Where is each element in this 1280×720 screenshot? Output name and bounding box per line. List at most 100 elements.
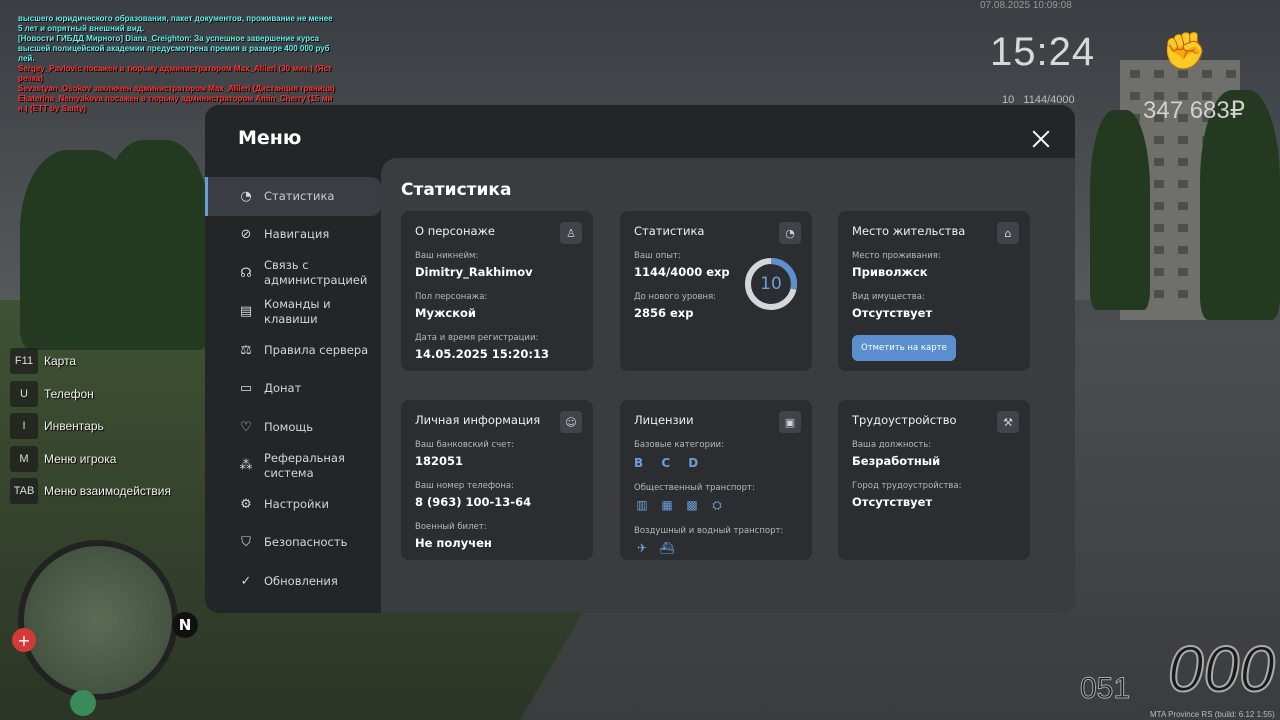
card-title: Статистика [634, 224, 705, 238]
plane-icon: ✈ [636, 541, 648, 555]
taxi-icon: ⛭ [712, 498, 722, 512]
chat-line: [Новости ГИБДД Мирного] Diana_Creighton:… [18, 34, 320, 43]
building-window [1178, 180, 1188, 188]
hotkey-key: F11 [10, 348, 38, 374]
building-window [1178, 158, 1188, 166]
face-icon: ☺ [560, 411, 582, 433]
position-value: Безработный [852, 454, 941, 468]
hotkey-label: Инвентарь [44, 419, 104, 433]
building-window [1178, 224, 1188, 232]
chat-line: Ekaterina_Nemyakova посажен в тюрьму адм… [18, 94, 333, 103]
military-id-label: Военный билет: [415, 522, 487, 532]
sidebar-item-rules[interactable]: ⚖ Правила сервера [205, 331, 381, 370]
wallet-icon: ▭ [239, 381, 253, 397]
sidebar-item-label: Навигация [264, 227, 330, 242]
card-title: Личная информация [415, 413, 541, 427]
fist-icon: ✊ [1162, 31, 1207, 72]
health-icon: + [12, 628, 36, 652]
building-window [1154, 246, 1164, 254]
id-card-icon: ▣ [779, 411, 801, 433]
sidebar-item-statistics[interactable]: ◔ Статистика [205, 177, 381, 216]
position-label: Ваша должность: [852, 440, 932, 450]
document-icon: ▤ [239, 304, 253, 320]
minimap [18, 540, 178, 700]
building-window [1130, 92, 1140, 100]
hotkey-phone[interactable]: U Телефон [10, 380, 171, 407]
bank-account-value: 182051 [415, 454, 464, 468]
air-water-transport-label: Воздушный и водный транспорт: [634, 526, 784, 536]
chart-pie-icon: ◔ [240, 188, 252, 204]
building-window [1178, 202, 1188, 210]
building-window [1178, 246, 1188, 254]
property-label: Вид имущества: [852, 292, 925, 302]
sidebar-item-referral[interactable]: ⁂ Реферальная система [205, 447, 381, 486]
refresh-check-icon: ✓ [240, 573, 252, 589]
phone-label: Ваш номер телефона: [415, 481, 514, 491]
card-character: О персонаже ♙ Ваш никнейм: Dimitry_Rakhi… [401, 211, 593, 371]
hud-date: 07.08.2025 10:09:08 [980, 0, 1072, 11]
building-window [1154, 180, 1164, 188]
sidebar-item-label: Помощь [264, 419, 314, 434]
hotkey-map[interactable]: F11 Карта [10, 348, 171, 374]
tree [100, 140, 210, 350]
scales-icon: ⚖ [240, 342, 252, 358]
sidebar-item-label: Настройки [264, 496, 329, 511]
headset-icon: ☊ [240, 265, 252, 281]
card-statistics: Статистика ◔ Ваш опыт: 1144/4000 exp До … [620, 211, 812, 371]
mark-on-map-button[interactable]: Отметить на карте [852, 335, 956, 361]
gender-label: Пол персонажа: [415, 292, 488, 302]
heart-hand-icon: ♡ [240, 419, 252, 435]
user-icon: ♙ [560, 222, 582, 244]
content-title: Статистика [401, 180, 512, 200]
card-residence: Место жительства ⌂ Место проживания: При… [838, 211, 1030, 371]
sidebar-item-label: Связь с администрацией [264, 258, 368, 288]
hotkey-player-menu[interactable]: M Меню игрока [10, 445, 171, 472]
building-window [1154, 268, 1164, 276]
build-info: MTA Province RS (build: 6.12 1:55) [1150, 710, 1275, 719]
menu-sidebar: ◔ Статистика ⊘ Навигация ☊ Связь с админист… [205, 177, 381, 601]
main-menu-window: Меню ◔ Статистика ⊘ Навигация ☊ Связь с адм… [205, 105, 1075, 613]
fuel-indicator: 051 [1079, 672, 1131, 706]
chat-line: высшего юридического образования, пакет … [18, 14, 333, 23]
close-icon[interactable] [1029, 127, 1053, 151]
basic-categories-label: Базовые категории: [634, 440, 724, 450]
hotkey-key: M [10, 445, 38, 472]
hud-money: 347 683₽ [1143, 97, 1246, 124]
gear-icon: ⚙ [240, 496, 252, 512]
sidebar-item-security[interactable]: ⛉ Безопасность [205, 524, 381, 563]
sidebar-item-settings[interactable]: ⚙ Настройки [205, 485, 381, 524]
air-water-transport-icons: ✈ ⛴ [634, 541, 798, 555]
sidebar-item-admin-contact[interactable]: ☊ Связь с администрацией [205, 254, 381, 293]
residence-value: Приволжск [852, 265, 928, 279]
hotkey-interaction-menu[interactable]: TAB Меню взаимодействия [10, 478, 171, 504]
public-transport-label: Общественный транспорт: [634, 483, 755, 493]
chat-log: высшего юридического образования, пакет … [18, 14, 338, 114]
hotkey-inventory[interactable]: I Инвентарь [10, 413, 171, 439]
phone-value: 8 (963) 100-13-64 [415, 495, 532, 509]
chat-line: лей. [18, 54, 35, 63]
sidebar-item-donate[interactable]: ▭ Донат [205, 370, 381, 409]
home-icon: ⌂ [997, 222, 1019, 244]
chat-line: Sergey_Pavlovic посажен в тюрьму админис… [18, 64, 332, 73]
sidebar-item-label: Правила сервера [264, 342, 369, 357]
hotkey-label: Меню игрока [44, 451, 117, 466]
sidebar-item-help[interactable]: ♡ Помощь [205, 408, 381, 447]
menu-title: Меню [238, 127, 302, 149]
sidebar-item-navigation[interactable]: ⊘ Навигация [205, 216, 381, 255]
card-title: Трудоустройство [852, 413, 957, 427]
shield-icon: ⛉ [241, 535, 251, 551]
sidebar-item-updates[interactable]: ✓ Обновления [205, 562, 381, 601]
network-icon: ⁂ [239, 458, 253, 474]
sidebar-item-commands[interactable]: ▤ Команды и клавиши [205, 293, 381, 332]
basic-categories-value: B C D [634, 456, 706, 470]
building-window [1178, 268, 1188, 276]
residence-label: Место проживания: [852, 251, 941, 261]
job-city-value: Отсутствует [852, 495, 933, 509]
card-personal-info: Личная информация ☺ Ваш банковский счет:… [401, 400, 593, 560]
building-window [1130, 70, 1140, 78]
building-window [1226, 70, 1236, 78]
north-indicator: N [172, 612, 198, 638]
job-city-label: Город трудоустройства: [852, 481, 962, 491]
speedometer: 000 [1167, 632, 1276, 706]
building-window [1154, 136, 1164, 144]
